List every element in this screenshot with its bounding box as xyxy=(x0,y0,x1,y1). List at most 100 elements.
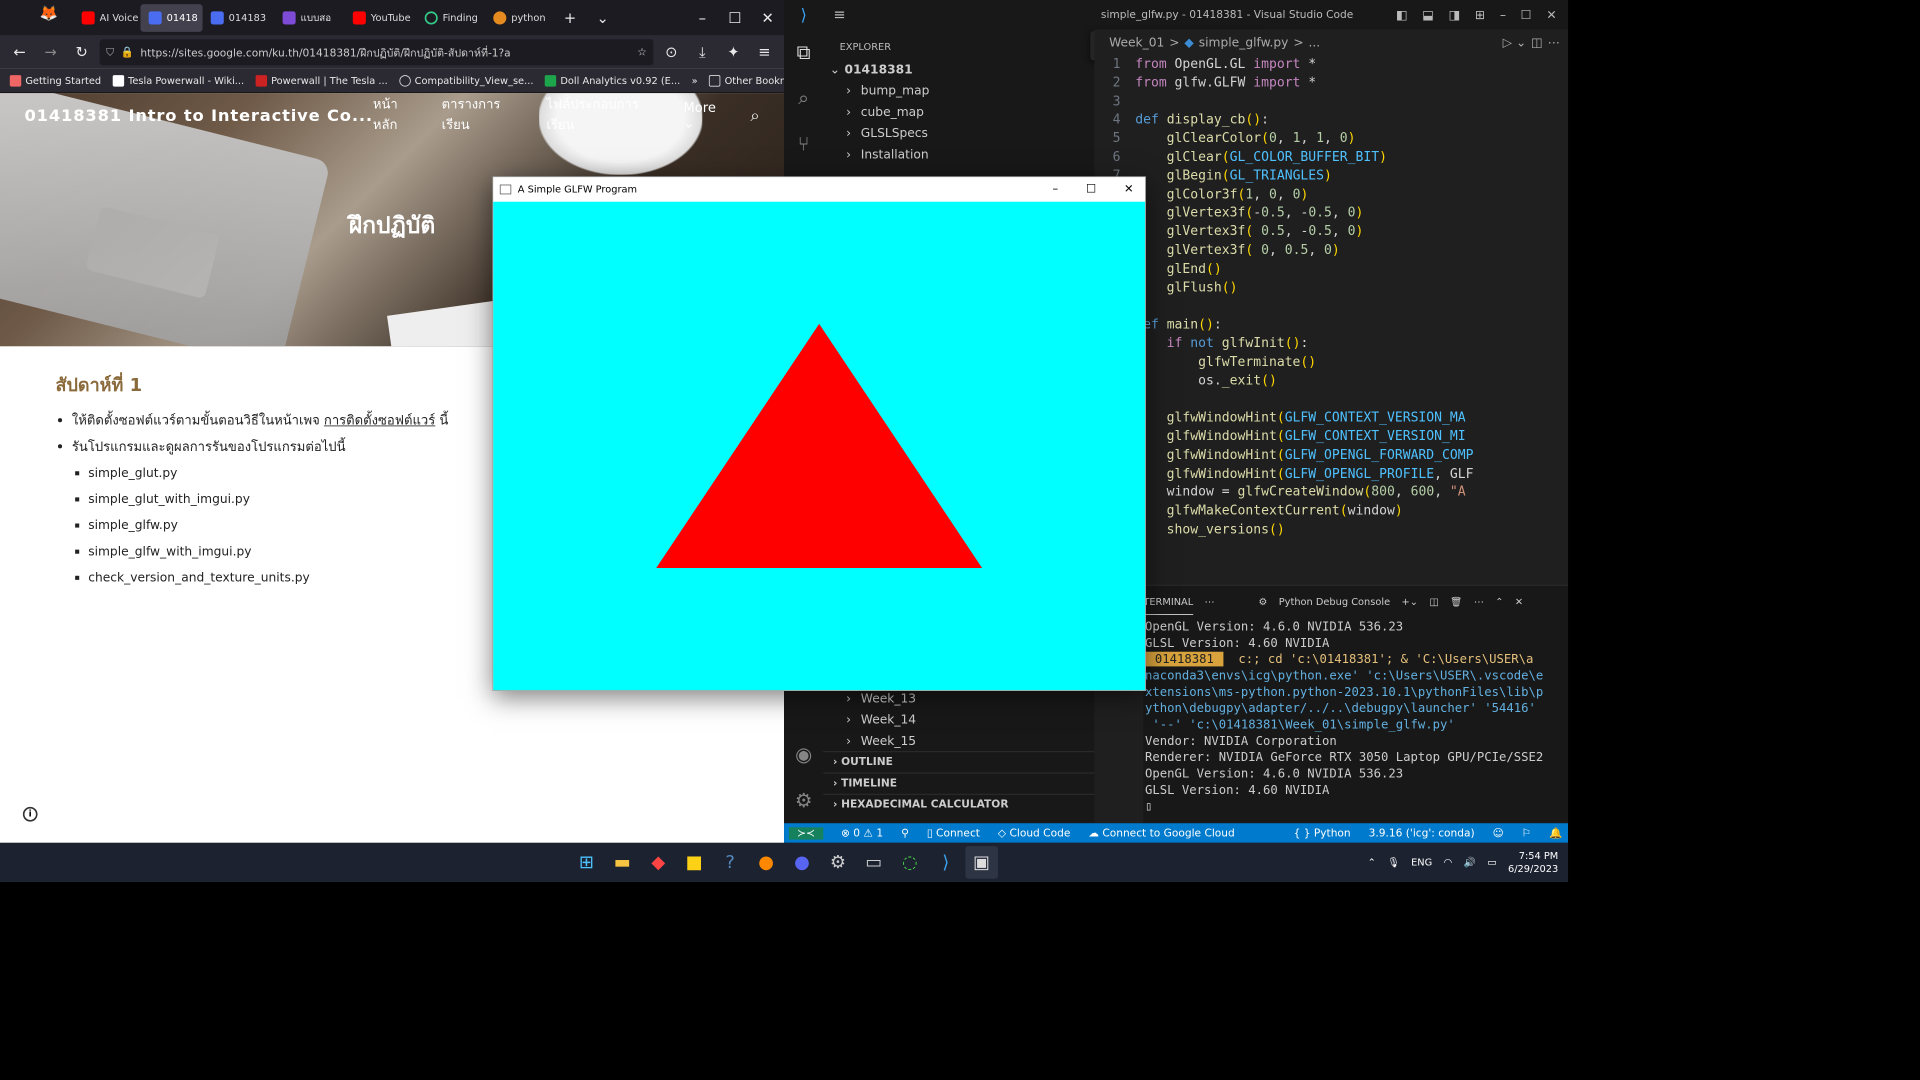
terminal-instance[interactable]: Python Debug Console xyxy=(1279,596,1390,607)
maximize-icon[interactable]: ☐ xyxy=(1521,7,1532,22)
glfw-app-icon[interactable]: ▣ xyxy=(965,846,999,879)
tab-terminal[interactable]: TERMINAL xyxy=(1143,589,1194,615)
new-terminal-icon[interactable]: +⌄ xyxy=(1402,596,1418,607)
tab-form[interactable]: แบบสอ xyxy=(274,4,344,32)
nav-more[interactable]: More ⌄ xyxy=(683,100,729,131)
battery-icon[interactable]: ▭ xyxy=(1487,857,1496,868)
extensions-icon[interactable]: ✦ xyxy=(720,39,746,65)
new-tab-icon[interactable]: + xyxy=(554,9,587,26)
vscode-icon[interactable]: ⟩ xyxy=(929,846,962,879)
site-title[interactable]: 01418381 Intro to Interactive Co... xyxy=(25,105,373,125)
close-icon[interactable]: ✕ xyxy=(1124,183,1134,196)
problems-count[interactable]: ⊗ 0 ⚠ 1 xyxy=(841,827,883,839)
tree-folder[interactable]: › cube_map xyxy=(823,101,1094,122)
tips-icon[interactable]: ? xyxy=(714,846,747,879)
tree-folder[interactable]: › GLSLSpecs xyxy=(823,123,1094,144)
maximize-icon[interactable]: ☐ xyxy=(719,9,752,26)
tab-python[interactable]: python xyxy=(485,4,554,32)
nav-home[interactable]: หน้าหลัก xyxy=(373,95,420,136)
bookmark[interactable]: Compatibility_View_se... xyxy=(399,74,533,87)
menu-icon[interactable]: ≡ xyxy=(751,39,777,65)
status-connect[interactable]: ▯ Connect xyxy=(927,827,980,839)
trash-icon[interactable]: 🗑 xyxy=(1450,596,1462,607)
settings-icon[interactable]: ⚙ xyxy=(822,846,855,879)
gl-canvas[interactable] xyxy=(493,201,1146,691)
language-indicator[interactable]: ENG xyxy=(1411,857,1432,868)
back-icon[interactable]: ← xyxy=(7,39,33,65)
app-icon[interactable]: ◆ xyxy=(642,846,675,879)
remote-icon[interactable]: ≻≺ xyxy=(788,826,824,840)
debug-icon[interactable]: ⚲ xyxy=(901,827,909,839)
other-bookmarks[interactable]: Other Bookmarks xyxy=(709,74,784,87)
tab-ai-voice[interactable]: AI Voice xyxy=(74,4,141,32)
install-link[interactable]: การติดตั้งซอฟต์แวร์ xyxy=(324,412,435,428)
wifi-icon[interactable]: ◠ xyxy=(1444,857,1453,868)
url-bar[interactable]: ⛉ 🔒 https://sites.google.com/ku.th/014183… xyxy=(99,39,654,66)
volume-icon[interactable]: 🔊 xyxy=(1464,857,1476,868)
accounts-icon[interactable]: ◉ xyxy=(784,732,823,778)
discord-icon[interactable]: ● xyxy=(786,846,819,879)
close-icon[interactable]: ✕ xyxy=(751,9,784,26)
tab-finding[interactable]: Finding xyxy=(417,4,486,32)
search-icon[interactable]: ⌕ xyxy=(784,75,823,121)
more-icon[interactable]: ⋯ xyxy=(1205,596,1215,607)
more-icon[interactable]: ⋯ xyxy=(1548,35,1568,50)
chevron-up-icon[interactable]: ⌃ xyxy=(1368,857,1376,868)
tab-01418381[interactable]: 014183 xyxy=(203,4,275,32)
pocket-icon[interactable]: ⊙ xyxy=(658,39,684,65)
run-icon[interactable]: ▷ ⌄ xyxy=(1503,35,1527,50)
tab-active[interactable]: 01418✕ xyxy=(140,4,203,32)
layout-icon[interactable]: ◨ xyxy=(1449,7,1461,22)
menu-icon[interactable]: ≡ xyxy=(823,6,856,23)
settings-gear-icon[interactable]: ⚙ xyxy=(784,777,823,823)
more-icon[interactable]: ⋯ xyxy=(1474,596,1484,607)
minimize-icon[interactable]: – xyxy=(686,9,719,26)
nav-files[interactable]: ไฟล์ประกอบการเรียน xyxy=(546,95,662,136)
clock[interactable]: 7:54 PM 6/29/2023 xyxy=(1508,849,1558,875)
mic-icon[interactable]: 🎙 xyxy=(1387,857,1399,868)
timeline-section[interactable]: › TIMELINE xyxy=(823,772,1095,794)
info-icon[interactable]: i xyxy=(22,806,38,822)
bookmark[interactable]: Tesla Powerwall - Wiki... xyxy=(112,74,244,87)
forward-icon[interactable]: → xyxy=(38,39,64,65)
tree-folder[interactable]: › bump_map xyxy=(823,80,1094,101)
status-python[interactable]: { } Python xyxy=(1294,827,1351,839)
sticky-notes-icon[interactable]: ■ xyxy=(678,846,711,879)
source-control-icon[interactable]: ⑂ xyxy=(784,121,823,167)
nav-schedule[interactable]: ตารางการเรียน xyxy=(442,95,526,136)
star-icon[interactable]: ☆ xyxy=(637,46,647,58)
app-icon[interactable]: ◌ xyxy=(893,846,926,879)
tree-folder[interactable]: › Week_14 xyxy=(823,709,1094,730)
close-icon[interactable]: ✕ xyxy=(1546,7,1556,22)
split-terminal-icon[interactable]: ◫ xyxy=(1429,596,1438,607)
outline-section[interactable]: › OUTLINE xyxy=(823,751,1095,772)
layout-icon[interactable]: ⬓ xyxy=(1422,7,1434,22)
explorer-icon[interactable]: ⧉ xyxy=(784,29,823,75)
glfw-titlebar[interactable]: A Simple GLFW Program – ☐ ✕ xyxy=(493,177,1146,202)
status-cloud-code[interactable]: ◇ Cloud Code xyxy=(998,827,1070,839)
tree-folder[interactable]: › Week_15 xyxy=(823,730,1094,751)
status-google-cloud[interactable]: ☁ Connect to Google Cloud xyxy=(1088,827,1234,839)
firefox-icon[interactable]: ● xyxy=(750,846,783,879)
terminal-panel[interactable]: TERMINAL ⋯ ⚙ Python Debug Console +⌄ ◫ 🗑… xyxy=(1143,584,1569,824)
minimize-icon[interactable]: – xyxy=(1500,7,1506,22)
windows-start-icon[interactable]: ⊞ xyxy=(570,846,603,879)
terminal-icon[interactable]: ▭ xyxy=(858,846,891,879)
download-icon[interactable]: ⤓ xyxy=(689,39,715,65)
tree-folder[interactable]: › Installation xyxy=(823,144,1094,165)
feedback-icon[interactable]: ⚐ xyxy=(1522,827,1532,839)
close-panel-icon[interactable]: ✕ xyxy=(1515,596,1523,607)
bookmark[interactable]: Powerwall | The Tesla ... xyxy=(255,74,388,87)
bell-icon[interactable]: 🔔 xyxy=(1549,827,1562,839)
more-bookmarks-icon[interactable]: » xyxy=(692,75,698,86)
tree-root[interactable]: ⌄ 01418381 xyxy=(823,59,1094,80)
hex-calc-section[interactable]: › HEXADECIMAL CALCULATOR xyxy=(823,793,1095,815)
split-editor-icon[interactable]: ◫ xyxy=(1531,35,1543,50)
bookmark[interactable]: Doll Analytics v0.92 (E... xyxy=(544,74,680,87)
editor[interactable]: Week_01 > ◆ simple_glfw.py >... ▷ ⌄ ◫ ⋯ 1 fro… xyxy=(1094,29,1569,585)
layout-icon[interactable]: ◧ xyxy=(1396,7,1408,22)
status-interpreter[interactable]: 3.9.16 ('icg': conda) xyxy=(1369,827,1475,839)
file-explorer-icon[interactable]: ▬ xyxy=(606,846,639,879)
reload-icon[interactable]: ↻ xyxy=(69,39,95,65)
list-tabs-icon[interactable]: ⌄ xyxy=(586,9,619,26)
